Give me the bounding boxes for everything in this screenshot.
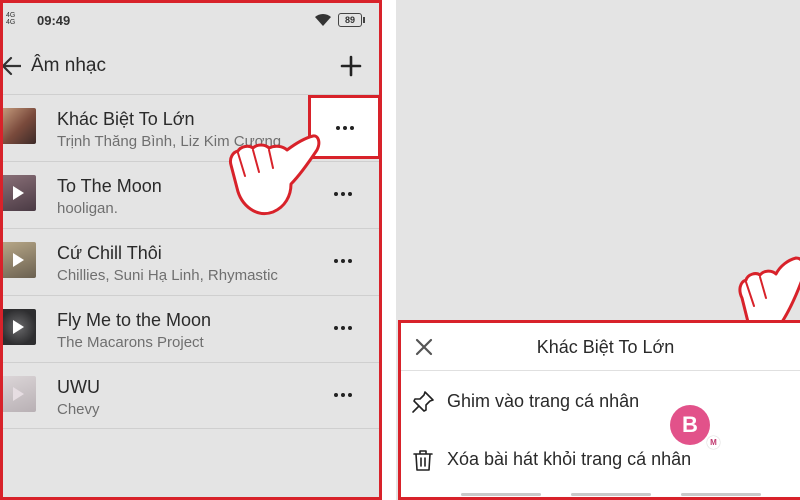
- more-options-button[interactable]: [321, 182, 365, 206]
- option-label: Xóa bài hát khỏi trang cá nhân: [447, 449, 692, 469]
- album-thumbnail: [3, 108, 36, 144]
- divider: [401, 370, 800, 371]
- pin-to-profile-option[interactable]: Ghim vào trang cá nhân: [401, 377, 800, 425]
- more-options-button[interactable]: [321, 249, 365, 273]
- messenger-badge-icon: M: [707, 436, 720, 449]
- album-thumbnail: [3, 242, 36, 278]
- more-options-button[interactable]: [321, 383, 365, 407]
- album-thumbnail: [3, 309, 36, 345]
- song-row[interactable]: To The Moon hooligan.: [3, 161, 379, 228]
- remove-song-option[interactable]: Xóa bài hát khỏi trang cá nhân: [401, 435, 800, 483]
- song-artist: Trịnh Thăng Bình, Liz Kim Cương: [57, 133, 282, 150]
- status-bar: 4G 4G 09:49 89: [3, 3, 379, 37]
- song-title: To The Moon: [57, 176, 162, 196]
- app-bar: Âm nhạc: [3, 43, 379, 91]
- nav-indicator: [681, 493, 761, 496]
- chat-head-bubble[interactable]: B: [670, 405, 710, 445]
- option-label: Ghim vào trang cá nhân: [447, 391, 640, 411]
- play-icon: [13, 387, 24, 401]
- song-title: Khác Biệt To Lớn: [57, 109, 195, 129]
- plus-icon[interactable]: [339, 54, 363, 78]
- album-thumbnail: [3, 376, 36, 412]
- sheet-title: Khác Biệt To Lớn: [536, 337, 675, 357]
- song-title: Cứ Chill Thôi: [57, 243, 162, 263]
- options-bottom-sheet: Khác Biệt To Lớn Ghim vào trang cá nhân …: [398, 320, 800, 500]
- song-row[interactable]: Fly Me to the Moon The Macarons Project: [3, 295, 379, 362]
- song-title: UWU: [57, 377, 100, 397]
- trash-icon: [413, 450, 433, 471]
- play-icon: [13, 320, 24, 334]
- song-artist: The Macarons Project: [57, 334, 204, 351]
- highlighted-more-button: [308, 95, 379, 159]
- nav-indicator: [571, 493, 651, 496]
- options-screen: Khác Biệt To Lớn Ghim vào trang cá nhân …: [396, 0, 800, 500]
- play-icon: [13, 253, 24, 267]
- arrow-left-icon[interactable]: [1, 55, 21, 77]
- play-icon: [13, 186, 24, 200]
- music-screen: 4G 4G 09:49 89 Âm nhạc Khác Biệt To Lớn …: [0, 0, 382, 500]
- song-artist: Chevy: [57, 401, 100, 418]
- song-row[interactable]: UWU Chevy: [3, 362, 379, 429]
- song-artist: Chillies, Suni Hạ Linh, Rhymastic: [57, 267, 278, 284]
- nav-indicator: [461, 493, 541, 496]
- album-thumbnail: [3, 175, 36, 211]
- song-row[interactable]: Cứ Chill Thôi Chillies, Suni Hạ Linh, Rh…: [3, 228, 379, 295]
- status-time: 09:49: [37, 13, 71, 28]
- wifi-icon: [315, 13, 331, 26]
- more-options-button[interactable]: [321, 316, 365, 340]
- song-title: Fly Me to the Moon: [57, 310, 212, 330]
- network-indicator: 4G 4G: [6, 12, 16, 26]
- song-artist: hooligan.: [57, 200, 118, 217]
- page-title: Âm nhạc: [31, 55, 106, 76]
- pin-icon: [412, 391, 434, 413]
- more-options-button[interactable]: [323, 116, 367, 140]
- battery-indicator: 89: [338, 13, 365, 27]
